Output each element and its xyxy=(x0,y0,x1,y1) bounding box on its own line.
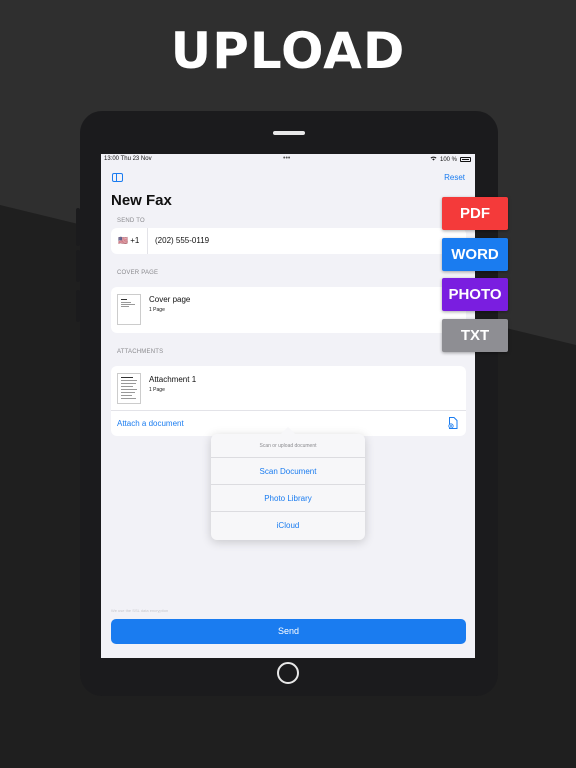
us-flag-icon: 🇺🇸 xyxy=(118,236,128,245)
pdf-badge: PDF xyxy=(442,197,508,230)
photo-badge: PHOTO xyxy=(442,278,508,311)
phone-input-row[interactable]: 🇺🇸 +1 (202) 555-0119 xyxy=(111,228,466,254)
word-badge: WORD xyxy=(442,238,508,271)
status-time: 13:00 Thu 23 Nov xyxy=(104,156,152,162)
tablet-frame: 13:00 Thu 23 Nov ••• 100 % Reset New Fax… xyxy=(80,111,498,696)
page-title: New Fax xyxy=(111,192,172,209)
country-code-selector[interactable]: 🇺🇸 +1 xyxy=(118,236,139,245)
cover-page-row[interactable]: Cover page 1 Page xyxy=(111,287,466,333)
sidebar-toggle-icon[interactable] xyxy=(112,173,123,182)
photo-library-option[interactable]: Photo Library xyxy=(211,484,365,511)
encryption-note: We use the SSL data encryption xyxy=(111,608,169,613)
wifi-icon xyxy=(430,156,437,163)
attach-document-link[interactable]: Attach a document xyxy=(117,419,184,428)
battery-icon xyxy=(460,157,471,162)
attachment-name[interactable]: Attachment 1 xyxy=(149,375,196,384)
attachments-label: ATTACHMENTS xyxy=(117,349,164,355)
cover-page-count: 1 Page xyxy=(149,307,165,313)
scan-document-option[interactable]: Scan Document xyxy=(211,457,365,484)
battery-text: 100 % xyxy=(439,156,457,163)
send-to-label: SEND TO xyxy=(117,218,145,224)
multitask-dots-icon[interactable]: ••• xyxy=(283,155,290,162)
cover-page-label: COVER PAGE xyxy=(117,270,159,276)
reset-button[interactable]: Reset xyxy=(444,173,465,182)
send-button[interactable]: Send xyxy=(111,619,466,644)
cover-page-name: Cover page xyxy=(149,295,191,304)
status-right: 100 % xyxy=(430,156,471,163)
attachment-thumbnail xyxy=(117,373,141,404)
cover-page-thumbnail xyxy=(117,294,141,325)
camera-speaker xyxy=(273,131,305,135)
upload-popover: Scan or upload document Scan Document Ph… xyxy=(211,434,365,540)
divider xyxy=(147,228,148,254)
icloud-option[interactable]: iCloud xyxy=(211,511,365,538)
app-screen: 13:00 Thu 23 Nov ••• 100 % Reset New Fax… xyxy=(101,154,475,658)
country-code: +1 xyxy=(130,236,140,245)
status-bar: 13:00 Thu 23 Nov ••• 100 % xyxy=(101,154,475,166)
home-button[interactable] xyxy=(277,662,299,684)
phone-number-field[interactable]: (202) 555-0119 xyxy=(155,236,209,245)
divider xyxy=(111,410,466,411)
attachment-page-count: 1 Page xyxy=(149,387,165,393)
popover-header: Scan or upload document xyxy=(259,443,317,449)
attachments-card: Attachment 1 1 Page Attach a document xyxy=(111,366,466,436)
add-document-icon[interactable] xyxy=(448,417,458,429)
headline: UPLOAD xyxy=(170,22,406,80)
txt-badge: TXT xyxy=(442,319,508,352)
